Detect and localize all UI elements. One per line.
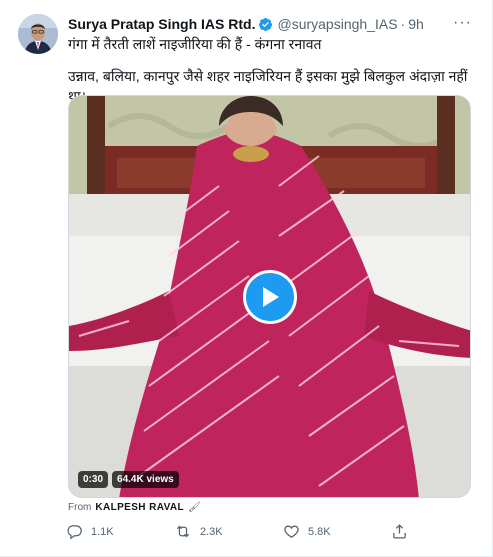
share-button[interactable] xyxy=(391,523,408,540)
like-button[interactable]: 5.8K xyxy=(283,523,331,540)
verified-badge-icon xyxy=(258,17,273,32)
video-source: From KALPESH RAVAL 🖌 xyxy=(68,502,201,513)
video-views: 64.4K views xyxy=(112,471,179,488)
author-name[interactable]: Surya Pratap Singh IAS Rtd. xyxy=(68,16,255,32)
avatar[interactable] xyxy=(18,14,58,54)
retweet-count: 2.3K xyxy=(200,525,223,538)
tweet-header: Surya Pratap Singh IAS Rtd. @suryapsingh… xyxy=(68,14,472,34)
more-options-button[interactable]: ··· xyxy=(453,14,472,32)
video-badges: 0:30 64.4K views xyxy=(78,471,179,488)
reply-icon xyxy=(67,525,82,540)
separator: · xyxy=(400,16,406,32)
timestamp[interactable]: 9h xyxy=(408,16,424,32)
like-count: 5.8K xyxy=(308,525,331,538)
share-icon xyxy=(393,524,406,539)
tweet-subline: गंगा में तैरती लाशें नाइजीरिया की हैं - … xyxy=(68,36,322,52)
tweet-card[interactable]: Surya Pratap Singh IAS Rtd. @suryapsingh… xyxy=(0,0,493,557)
source-prefix: From xyxy=(68,502,92,513)
video-player[interactable]: 0:30 64.4K views xyxy=(68,95,471,498)
heart-icon xyxy=(284,525,299,538)
video-duration: 0:30 xyxy=(78,471,109,488)
reply-count: 1.1K xyxy=(91,525,114,538)
retweet-button[interactable]: 2.3K xyxy=(174,523,223,540)
paintbrush-icon: 🖌 xyxy=(188,502,201,513)
play-icon xyxy=(263,287,279,307)
source-author-link[interactable]: KALPESH RAVAL xyxy=(95,502,184,513)
play-button[interactable] xyxy=(243,270,297,324)
retweet-icon xyxy=(176,525,190,538)
tweet-actions: 1.1K 2.3K 5.8K xyxy=(66,523,416,541)
author-handle[interactable]: @suryapsingh_IAS xyxy=(277,16,397,32)
reply-button[interactable]: 1.1K xyxy=(66,523,114,540)
